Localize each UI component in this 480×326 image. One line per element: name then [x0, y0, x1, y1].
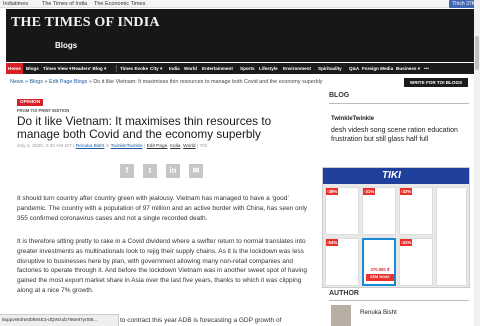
discount-badge: -38% [326, 188, 339, 195]
scrollbar-thumb[interactable] [475, 36, 479, 70]
tiki-logo: TIKI [382, 170, 401, 181]
nav-sports[interactable]: Sports [240, 63, 255, 74]
nav-blogs[interactable]: Blogs [26, 63, 39, 74]
article-source: TOI [199, 144, 208, 149]
author-avatar[interactable] [331, 305, 351, 326]
category-edit-page[interactable]: Edit Page [147, 144, 168, 149]
product-price: 270.000 đ [370, 267, 390, 272]
page-scrollbar[interactable] [474, 0, 480, 326]
nav-city[interactable]: City ▾ [150, 63, 162, 74]
author-heading: AUTHOR [329, 290, 359, 297]
view-now-button[interactable]: XEM NGAY [366, 274, 394, 281]
ad-product-tile[interactable]: -31% [399, 238, 433, 286]
nav-business[interactable]: Business ▾ [396, 63, 420, 74]
discount-badge: -32% [400, 188, 413, 195]
bookmark-economic-times[interactable]: The Economic Times [94, 0, 145, 8]
nav-foreign-media[interactable]: Foreign Media [362, 63, 393, 74]
breadcrumb-current: Do it like Vietnam: It maximises thin re… [93, 79, 323, 85]
site-logo[interactable]: THE TIMES OF INDIA [11, 15, 160, 31]
blog-heading-rule [329, 103, 469, 104]
article-paragraph: It should turn country after country gre… [17, 195, 308, 222]
nav-lifestyle[interactable]: Lifestyle [259, 63, 278, 74]
write-for-toi-blogs-button[interactable]: WRITE FOR TOI BLOGS [404, 78, 468, 87]
article-paragraph-continued: to contract this year ADB is forecasting… [120, 317, 282, 324]
blog-link[interactable]: TwinkleTwinkle [111, 144, 143, 149]
breadcrumb: News » Blogs » Edit Page Blogs » Do it l… [10, 79, 322, 85]
category-india[interactable]: India [170, 144, 180, 149]
author-heading-rule [329, 300, 469, 301]
article-title: Do it like Vietnam: It maximises thin re… [17, 114, 272, 141]
nav-spirituality[interactable]: Spirituality [318, 63, 342, 74]
article-date: July 2, 2020, 2:30 AM IST [17, 144, 72, 149]
print-edition-label: FROM TOI PRINT EDITION [17, 108, 70, 113]
discount-badge: -31% [400, 239, 413, 246]
breadcrumb-edit-page-blogs[interactable]: Edit Page Blogs [49, 79, 87, 85]
nav-qa[interactable]: Q&A [349, 63, 359, 74]
ad-product-tile[interactable]: -31% [362, 187, 396, 235]
nav-more-icon[interactable]: ••• [424, 63, 429, 74]
discount-badge: -64% [326, 239, 339, 246]
breadcrumb-separator: » [44, 79, 48, 85]
status-bar-url: 8xppvWdrtv0bfM4E3-dQWzub796e87yrt58... [0, 314, 119, 326]
nav-times-view[interactable]: Times View ▾ [43, 63, 71, 74]
ad-product-tile[interactable]: -64% [325, 238, 359, 286]
main-nav: Home Blogs Times View ▾ Readers' Blog ▾ … [6, 63, 474, 74]
meta-in-label: in [105, 144, 110, 149]
linkedin-icon[interactable]: in [166, 164, 180, 178]
facebook-like-label: Thích 37K [452, 1, 475, 7]
nav-india[interactable]: India [169, 63, 180, 74]
bookmark-indiatimes[interactable]: Indiatimes [3, 0, 28, 8]
breadcrumb-blogs[interactable]: Blogs [29, 79, 43, 85]
ad-product-tile[interactable]: -32% [399, 187, 433, 235]
author-link[interactable]: Renuka Bisht [76, 144, 105, 149]
breadcrumb-separator: » [24, 79, 28, 85]
breadcrumb-news[interactable]: News [10, 79, 23, 85]
tiki-ad-banner[interactable]: TIKI -38% -31% -32% -64% 270.000 đ XEM N… [322, 167, 470, 288]
breadcrumb-separator: » [88, 79, 92, 85]
nav-divider [116, 65, 117, 72]
nav-times-evoke[interactable]: Times Evoke [120, 63, 148, 74]
nav-environment[interactable]: Environment [283, 63, 311, 74]
opinion-tag[interactable]: OPINION [17, 99, 44, 106]
facebook-icon[interactable]: f [120, 164, 134, 178]
ad-product-tile[interactable]: -38% [325, 187, 359, 235]
section-title[interactable]: Blogs [55, 41, 77, 50]
nav-world[interactable]: World [184, 63, 197, 74]
blog-description: desh videsh song scene ration education … [331, 127, 458, 143]
masthead: THE TIMES OF INDIA Blogs [6, 9, 474, 62]
category-world[interactable]: World [183, 144, 195, 149]
nav-entertainment[interactable]: Entertainment [202, 63, 233, 74]
email-icon[interactable]: ✉ [189, 164, 203, 178]
blog-heading: BLOG [329, 92, 350, 99]
twitter-icon[interactable]: t [143, 164, 157, 178]
bookmark-times-of-india[interactable]: The Times of India [42, 0, 87, 8]
ad-product-tile-featured[interactable]: 270.000 đ XEM NGAY [362, 238, 396, 286]
nav-home[interactable]: Home [6, 63, 23, 74]
blog-name[interactable]: TwinkleTwinkle [331, 116, 374, 122]
ad-product-tile[interactable] [436, 187, 467, 286]
discount-badge: -31% [363, 188, 376, 195]
article-paragraph: It is therefore sitting pretty to rake i… [17, 238, 308, 294]
author-name[interactable]: Renuka Bisht [360, 309, 397, 316]
nav-readers-blog[interactable]: Readers' Blog ▾ [72, 63, 106, 74]
article-meta: July 2, 2020, 2:30 AM IST | Renuka Bisht… [17, 144, 208, 149]
bookmarks-bar: Indiatimes The Times of India The Econom… [0, 0, 480, 8]
